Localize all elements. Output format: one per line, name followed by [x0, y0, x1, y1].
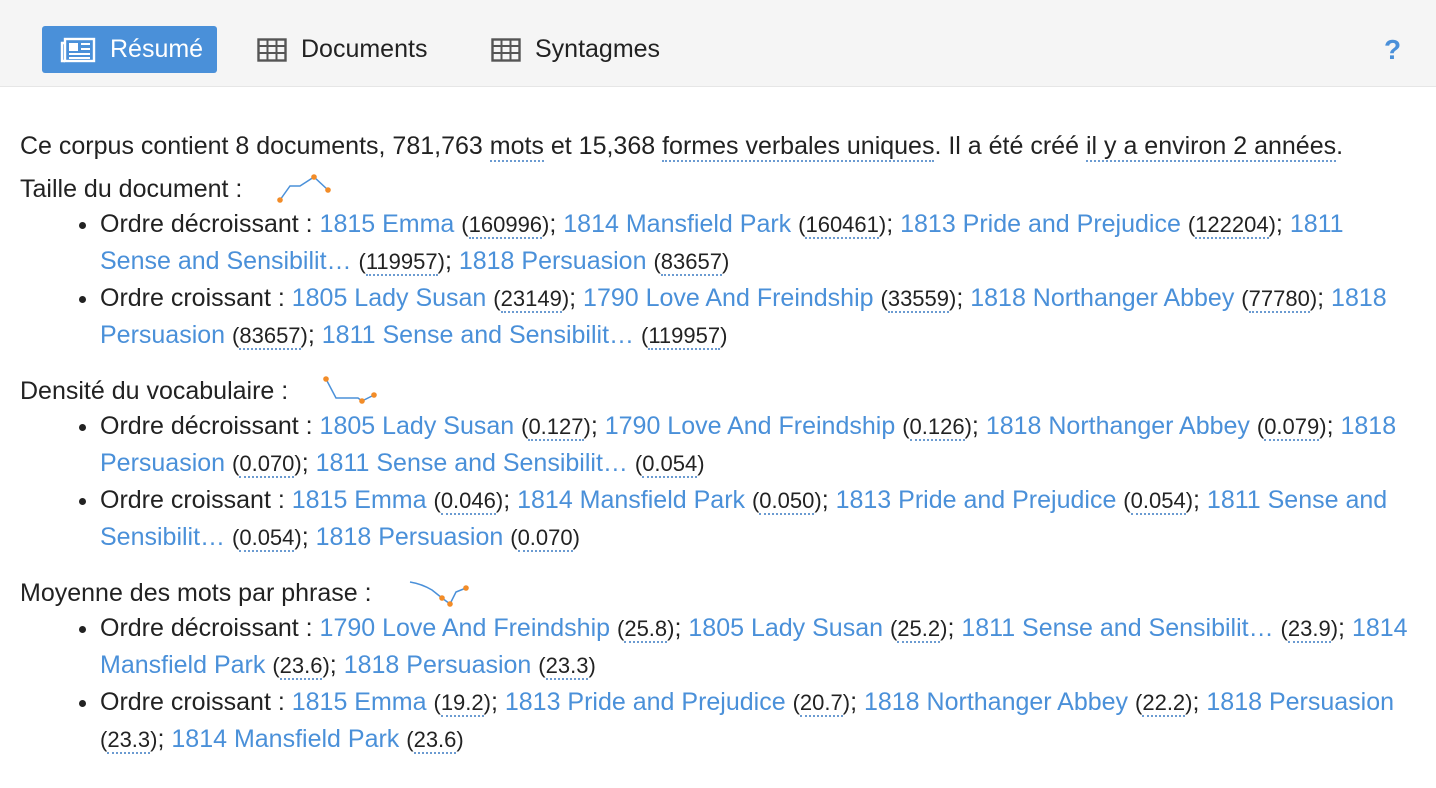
- value: (23.3): [100, 727, 158, 754]
- document-link[interactable]: 1814 Mansfield Park: [517, 486, 745, 514]
- value: (25.8): [617, 616, 675, 643]
- verb-forms-term[interactable]: formes verbales uniques: [662, 132, 935, 162]
- value: (33559): [880, 286, 957, 313]
- tab-bar: Résumé Documents Syntagmes ?: [0, 0, 1436, 87]
- summary-text: . Il a été créé: [934, 132, 1086, 160]
- order-label: Ordre décroissant :: [100, 614, 313, 642]
- help-icon[interactable]: ?: [1384, 34, 1401, 66]
- value: (19.2): [433, 690, 491, 717]
- document-link[interactable]: 1813 Pride and Prejudice: [900, 210, 1181, 238]
- creation-date[interactable]: il y a environ 2 années: [1085, 132, 1337, 162]
- value: (23.3): [538, 653, 596, 680]
- table-icon: [491, 37, 521, 62]
- document-link[interactable]: 1811 Sense and Sensibilit…: [316, 449, 628, 477]
- value: (22.2): [1135, 690, 1193, 717]
- newspaper-icon: [60, 37, 96, 63]
- document-link[interactable]: 1818 Persuasion: [344, 651, 532, 679]
- value: (160996): [461, 212, 550, 239]
- value: (122204): [1187, 212, 1276, 239]
- tab-label: Syntagmes: [535, 35, 661, 63]
- list-item-descending: Ordre décroissant : 1815 Emma (160996); …: [100, 206, 1420, 280]
- value: (0.054): [232, 525, 302, 552]
- document-link[interactable]: 1813 Pride and Prejudice: [505, 688, 786, 716]
- table-icon: [257, 37, 287, 62]
- order-label: Ordre décroissant :: [100, 210, 313, 238]
- document-link[interactable]: 1811 Sense and Sensibilit…: [322, 321, 634, 349]
- value: (20.7): [792, 690, 851, 717]
- list-item-ascending: Ordre croissant : 1805 Lady Susan (23149…: [100, 280, 1420, 354]
- section-title-document-size: Taille du document :: [20, 172, 1420, 206]
- value: (0.127): [521, 414, 591, 441]
- value: (25.2): [889, 616, 948, 643]
- section-title-vocabulary-density: Densité du vocabulaire :: [20, 374, 1420, 408]
- sparkline-chart: [409, 581, 469, 607]
- value: (83657): [653, 249, 730, 276]
- document-link[interactable]: 1815 Emma: [292, 486, 427, 514]
- value: (0.046): [433, 488, 504, 515]
- value: (0.070): [232, 451, 302, 478]
- corpus-summary: Ce corpus contient 8 documents, 781,763 …: [20, 128, 1420, 164]
- order-label: Ordre croissant :: [100, 688, 285, 716]
- document-link[interactable]: 1814 Mansfield Park: [171, 725, 399, 753]
- document-link[interactable]: 1818 Persuasion: [1206, 688, 1394, 716]
- summary-text: .: [1336, 132, 1344, 160]
- document-link[interactable]: 1813 Pride and Prejudice: [836, 486, 1117, 514]
- summary-panel: Ce corpus contient 8 documents, 781,763 …: [20, 128, 1420, 778]
- document-link[interactable]: 1818 Persuasion: [316, 523, 504, 551]
- value: (83657): [232, 323, 308, 350]
- document-link[interactable]: 1815 Emma: [320, 210, 455, 238]
- list-item-descending: Ordre décroissant : 1790 Love And Freind…: [100, 610, 1420, 684]
- document-link[interactable]: 1818 Northanger Abbey: [970, 284, 1234, 312]
- document-link[interactable]: 1811 Sense and Sensibilit…: [961, 614, 1273, 642]
- document-link[interactable]: 1814 Mansfield Park: [563, 210, 791, 238]
- document-link[interactable]: 1790 Love And Freindship: [320, 614, 611, 642]
- words-per-sentence-lists: Ordre décroissant : 1790 Love And Freind…: [20, 610, 1420, 758]
- value: (0.126): [902, 414, 972, 441]
- document-link[interactable]: 1818 Northanger Abbey: [864, 688, 1128, 716]
- order-label: Ordre croissant :: [100, 486, 285, 514]
- sparkline-chart: [323, 376, 378, 404]
- tab-documents[interactable]: Documents: [257, 26, 427, 73]
- tab-syntagmes[interactable]: Syntagmes: [491, 26, 660, 73]
- section-title-words-per-sentence: Moyenne des mots par phrase :: [20, 576, 1420, 610]
- value: (23.9): [1280, 616, 1339, 643]
- order-label: Ordre croissant :: [100, 284, 285, 312]
- value: (160461): [798, 212, 887, 239]
- document-link[interactable]: 1790 Love And Freindship: [605, 412, 896, 440]
- document-link[interactable]: 1815 Emma: [292, 688, 427, 716]
- document-link[interactable]: 1805 Lady Susan: [320, 412, 515, 440]
- document-link[interactable]: 1818 Northanger Abbey: [986, 412, 1250, 440]
- document-size-lists: Ordre décroissant : 1815 Emma (160996); …: [20, 206, 1420, 354]
- value: (0.054): [634, 451, 705, 478]
- order-label: Ordre décroissant :: [100, 412, 313, 440]
- tab-label: Résumé: [110, 35, 204, 63]
- list-item-ascending: Ordre croissant : 1815 Emma (19.2); 1813…: [100, 684, 1420, 758]
- document-link[interactable]: 1805 Lady Susan: [688, 614, 883, 642]
- words-term[interactable]: mots: [489, 132, 544, 162]
- section-label: Moyenne des mots par phrase :: [20, 579, 372, 607]
- vocabulary-density-lists: Ordre décroissant : 1805 Lady Susan (0.1…: [20, 408, 1420, 556]
- summary-text: Ce corpus contient 8 documents, 781,763: [20, 132, 490, 160]
- value: (0.070): [510, 525, 580, 552]
- document-link[interactable]: 1790 Love And Freindship: [583, 284, 874, 312]
- section-label: Taille du document :: [20, 175, 243, 203]
- summary-text: et 15,368: [543, 132, 663, 160]
- value: (119957): [640, 323, 728, 350]
- document-link[interactable]: 1818 Persuasion: [459, 247, 647, 275]
- value: (0.079): [1256, 414, 1327, 441]
- value: (119957): [358, 249, 445, 276]
- value: (23.6): [272, 653, 330, 680]
- value: (23.6): [406, 727, 464, 754]
- tab-label: Documents: [301, 35, 428, 63]
- value: (23149): [493, 286, 570, 313]
- value: (77780): [1241, 286, 1318, 313]
- value: (0.054): [1123, 488, 1194, 515]
- tab-resume[interactable]: Résumé: [42, 26, 217, 73]
- sparkline-chart: [277, 174, 332, 203]
- value: (0.050): [751, 488, 822, 515]
- list-item-ascending: Ordre croissant : 1815 Emma (0.046); 181…: [100, 482, 1420, 556]
- section-label: Densité du vocabulaire :: [20, 377, 289, 405]
- list-item-descending: Ordre décroissant : 1805 Lady Susan (0.1…: [100, 408, 1420, 482]
- document-link[interactable]: 1805 Lady Susan: [292, 284, 487, 312]
